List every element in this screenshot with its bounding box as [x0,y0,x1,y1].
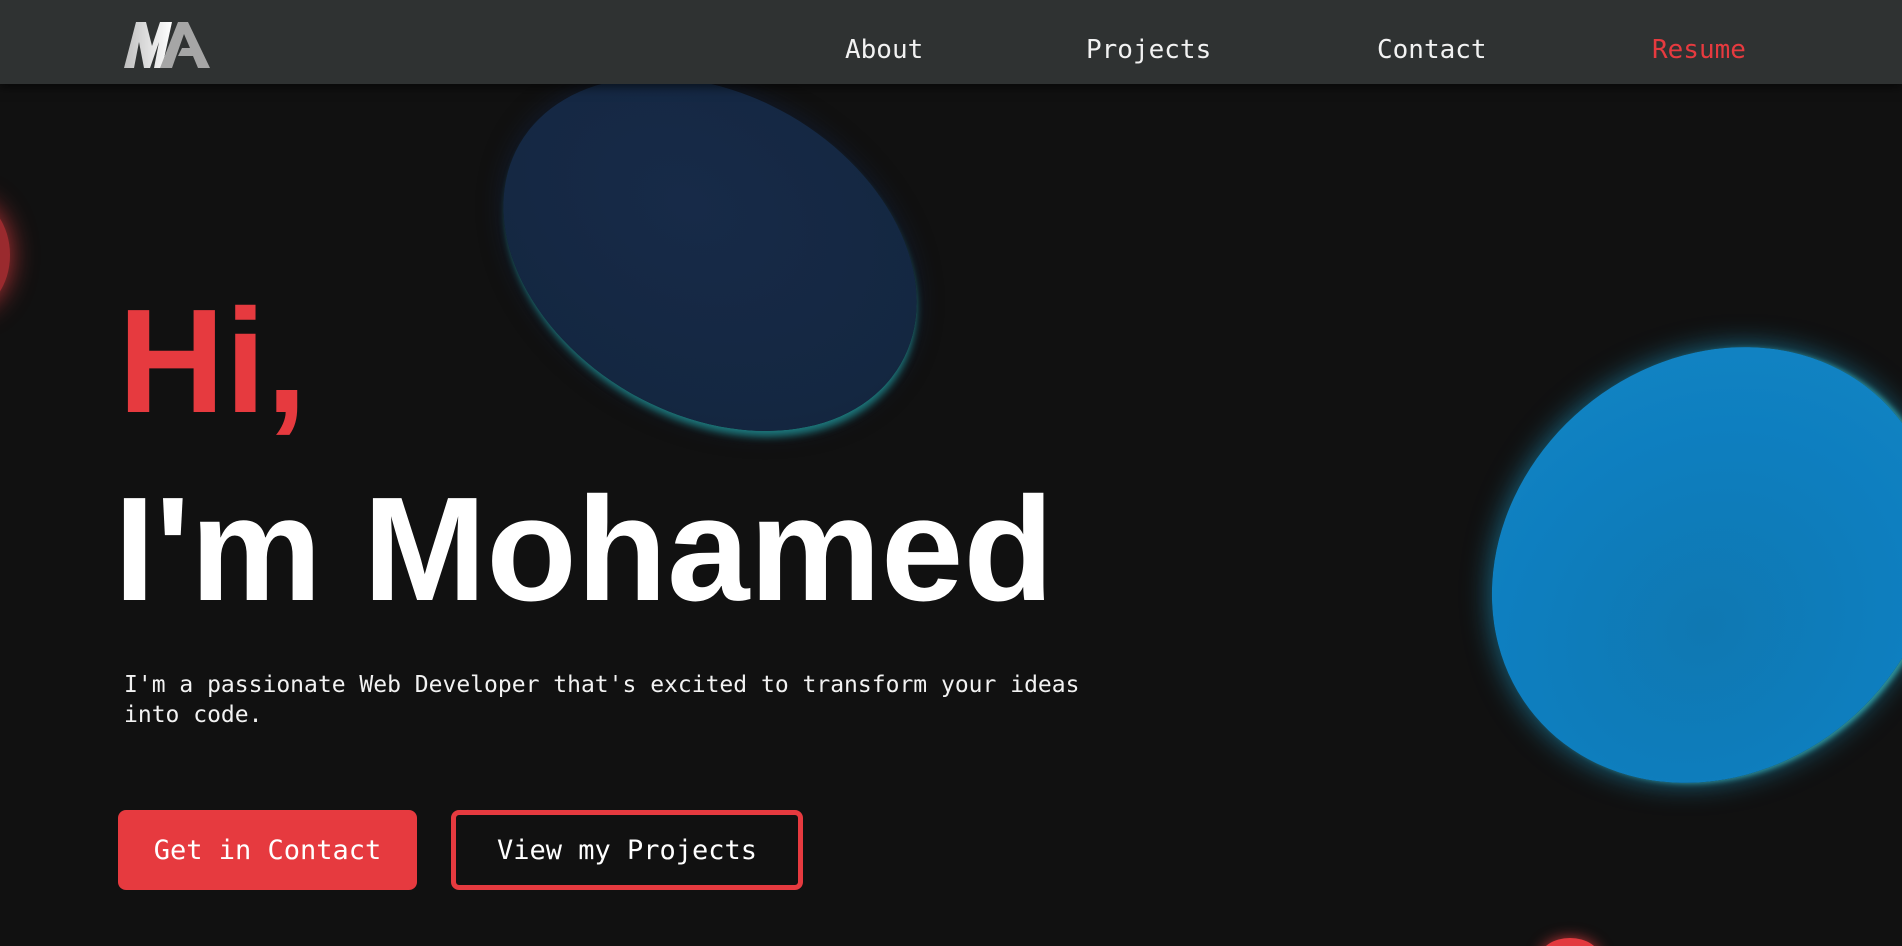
nav-link-resume[interactable]: Resume [1652,32,1746,68]
navbar: About Projects Contact Resume [0,0,1902,84]
red-blob-decoration-bottom [1540,938,1600,946]
ma-logo-mark [124,22,210,68]
hero-greeting: Hi, [118,279,308,444]
ma-logo[interactable] [122,20,212,70]
nav-link-contact[interactable]: Contact [1377,32,1487,68]
portfolio-page: About Projects Contact Resume Hi, I'm Mo… [0,0,1902,946]
nav-link-about[interactable]: About [845,32,923,68]
hero-name-heading: I'm Mohamed [114,467,1054,632]
nav-link-projects[interactable]: Projects [1086,32,1211,68]
view-projects-button[interactable]: View my Projects [451,810,803,890]
blue-blob-decoration [1403,256,1902,874]
get-in-contact-button[interactable]: Get in Contact [118,810,417,890]
red-blob-decoration-left [0,200,10,310]
hero-description: I'm a passionate Web Developer that's ex… [124,672,1080,728]
